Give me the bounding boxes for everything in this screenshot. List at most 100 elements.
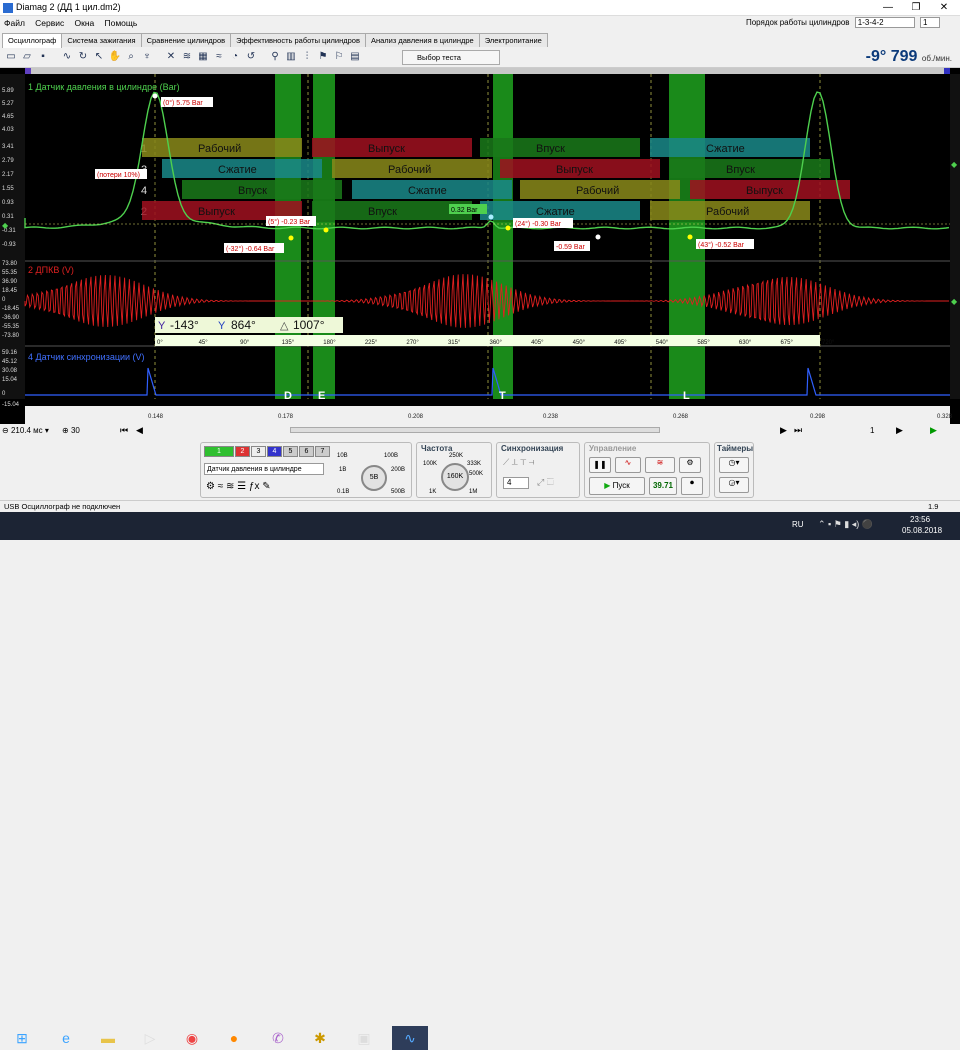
zone-labels: D E T L	[284, 390, 690, 402]
maximize-button[interactable]: ❐	[902, 1, 930, 15]
timebase-select[interactable]: ⊖ 210.4 мс ▾	[2, 426, 49, 435]
channel-2-button[interactable]: 2	[235, 446, 250, 457]
pause-button[interactable]: ❚❚	[589, 457, 611, 473]
cylinder-stroke-label: Сжатие	[706, 143, 745, 155]
tab-cylinder-compare[interactable]: Сравнение цилиндров	[140, 33, 232, 47]
filter-icon[interactable]: ⚲	[268, 50, 282, 64]
pointer-icon[interactable]: ↖	[92, 50, 106, 64]
cylinder-order-select[interactable]: 1-3-4-2	[854, 17, 915, 28]
firefox-icon[interactable]: ●	[216, 1026, 252, 1050]
cylinder-stroke-label: Рабочий	[576, 185, 619, 197]
tab-pressure-analysis[interactable]: Анализ давления в цилиндре	[364, 33, 480, 47]
zoom-icon[interactable]: ⌕	[124, 50, 138, 64]
start-button[interactable]: ▶ Пуск	[589, 477, 645, 495]
loop-icon[interactable]: ↻	[76, 50, 90, 64]
ch1-label: 1 Датчик давления в цилиндре (Bar)	[28, 82, 180, 92]
hand-icon[interactable]: ✋	[108, 50, 122, 64]
nav-last-icon[interactable]: ⏭	[794, 425, 802, 436]
scale-icon[interactable]: ▤	[348, 50, 362, 64]
pulse-mode-button[interactable]: ≋	[645, 457, 675, 473]
tab-oscilloscope[interactable]: Осциллограф	[2, 33, 63, 48]
marker-24deg: (24°) -0.30 Bar	[515, 220, 562, 228]
split-icon[interactable]: ⫶	[300, 50, 314, 64]
degree-tick: 0°	[157, 340, 163, 346]
trigger-handle[interactable]: ◆	[2, 221, 9, 230]
tab-cylinder-efficiency[interactable]: Эффективность работы цилиндров	[230, 33, 366, 47]
menu-service[interactable]: Сервис	[35, 18, 64, 28]
sync-mode-icons[interactable]: ⟋ ⊥ ⊤ ⊣	[503, 457, 535, 468]
play-icon[interactable]: ▶	[930, 425, 937, 436]
gauge-icon[interactable]: ◔	[228, 50, 242, 64]
close-button[interactable]: ✕	[930, 1, 958, 15]
crossing-icon[interactable]: ✕	[164, 50, 178, 64]
chrome-icon[interactable]: ◉	[174, 1026, 210, 1050]
media-icon[interactable]: ▷	[132, 1026, 168, 1050]
signal-icon[interactable]: ∿	[60, 50, 74, 64]
ch1-handle[interactable]: ◆	[951, 160, 958, 169]
channel-7-button[interactable]: 7	[315, 446, 330, 457]
timeline-scrollbar[interactable]	[290, 427, 660, 433]
floppy-icon[interactable]: ▣	[346, 1026, 382, 1050]
record-button[interactable]: ⏺	[681, 477, 703, 495]
top-ruler[interactable]	[25, 68, 950, 74]
explorer-icon[interactable]: ▬	[90, 1026, 126, 1050]
timer-1-button[interactable]: ◷▾	[719, 457, 749, 473]
channel-tool-icons[interactable]: ⚙ ≈ ≋ ☰ ƒx ✎	[206, 481, 271, 492]
cylinder-order-spin[interactable]: 1	[920, 17, 940, 28]
save-icon[interactable]: ▪	[36, 50, 50, 64]
open-icon[interactable]: ▱	[20, 50, 34, 64]
channel-5-button[interactable]: 5	[283, 446, 298, 457]
menu-help[interactable]: Помощь	[104, 18, 137, 28]
menu-file[interactable]: Файл	[4, 18, 25, 28]
grid-icon[interactable]: ▦	[196, 50, 210, 64]
offset-select[interactable]: ⊕ 30	[62, 426, 80, 435]
page-next-icon[interactable]: ▶	[896, 425, 903, 436]
frequency-knob[interactable]: 160K	[441, 463, 469, 491]
svg-text:73.80: 73.80	[2, 261, 18, 267]
channel-4-button[interactable]: 4	[267, 446, 282, 457]
nav-prev-icon[interactable]: ◀	[136, 425, 143, 436]
ruler-marker-right[interactable]	[944, 68, 950, 74]
degree-tick: 360°	[490, 340, 503, 346]
bars-icon[interactable]: ▥	[284, 50, 298, 64]
nav-first-icon[interactable]: ⏮	[120, 425, 128, 436]
degree-scale-bg[interactable]	[155, 335, 820, 346]
tab-power[interactable]: Электропитание	[478, 33, 548, 47]
nav-next-icon[interactable]: ▶	[780, 425, 787, 436]
sine-mode-button[interactable]: ∿	[615, 457, 641, 473]
channel-3-button[interactable]: 3	[251, 446, 266, 457]
channel-1-button[interactable]: 1	[204, 446, 234, 457]
new-icon[interactable]: ▭	[4, 50, 18, 64]
spark-mode-button[interactable]: ⚙	[679, 457, 701, 473]
start-menu-icon[interactable]: ⊞	[4, 1026, 40, 1050]
flag-red-icon[interactable]: ⚐	[332, 50, 346, 64]
degree-tick: 405°	[531, 340, 544, 346]
minimize-button[interactable]: —	[874, 1, 902, 15]
wave-icon[interactable]: ≈	[212, 50, 226, 64]
ie-icon[interactable]: e	[48, 1026, 84, 1050]
test-select[interactable]: Выбор теста	[402, 50, 500, 65]
diamag-task-icon[interactable]: ∿	[392, 1026, 428, 1050]
viber-icon[interactable]: ✆	[260, 1026, 296, 1050]
range-knob[interactable]: 5B	[361, 465, 387, 491]
cycle-icon[interactable]: ↺	[244, 50, 258, 64]
tab-ignition[interactable]: Система зажигания	[61, 33, 142, 47]
ruler-marker-left[interactable]	[25, 68, 31, 74]
flag-icon[interactable]: ⚑	[316, 50, 330, 64]
sync-channel-select[interactable]: 4	[503, 477, 529, 489]
sensor-select[interactable]: Датчик давления в цилиндре	[204, 463, 324, 475]
sync-edge-icons[interactable]: ⤢ ⬚	[537, 477, 554, 488]
degree-tick: 585°	[697, 340, 710, 346]
timer-2-button[interactable]: ◶▾	[719, 477, 749, 493]
timers-title: Таймеры	[717, 444, 754, 453]
marker-icon[interactable]: ♆	[140, 50, 154, 64]
marker-032: 0.32 Bar	[451, 207, 478, 214]
tray-icons[interactable]: ⌃ ▪ ⚑ ▮ ◂) ⚫	[818, 519, 873, 530]
channel-6-button[interactable]: 6	[299, 446, 314, 457]
game-icon[interactable]: ✱	[302, 1026, 338, 1050]
menu-windows[interactable]: Окна	[74, 18, 94, 28]
ch2-handle[interactable]: ◆	[951, 297, 958, 306]
pattern-icon[interactable]: ≋	[180, 50, 194, 64]
oscilloscope-area[interactable]: 1РабочийВыпускВпускСжатие3СжатиеРабочийВ…	[0, 68, 960, 424]
language-indicator[interactable]: RU	[792, 520, 804, 529]
